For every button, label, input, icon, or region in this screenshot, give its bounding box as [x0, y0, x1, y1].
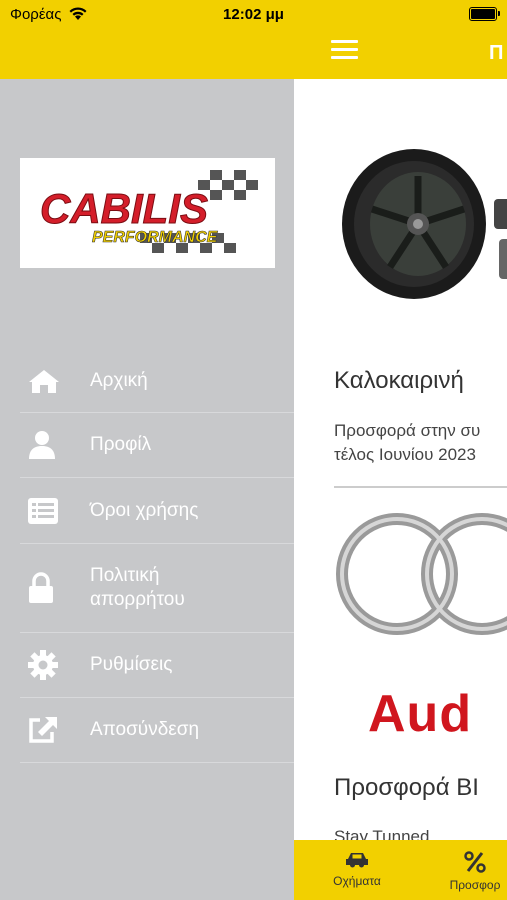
audi-wordmark: Aud	[368, 685, 473, 743]
menu-item-label: Αρχική	[90, 369, 148, 391]
percent-icon	[464, 851, 486, 873]
tab-vehicles-label: Οχήματα	[333, 874, 381, 888]
menu-item-settings[interactable]: Ρυθμίσεις	[20, 633, 294, 698]
menu-toggle-button[interactable]	[331, 40, 358, 62]
gear-icon	[20, 650, 72, 680]
tire-product-image[interactable]	[334, 139, 507, 309]
menu-item-profile[interactable]: Προφίλ	[20, 413, 294, 478]
menu-item-terms[interactable]: Όροι χρήσης	[20, 478, 294, 544]
menu-item-logout[interactable]: Αποσύνδεση	[20, 698, 294, 763]
top-bar: Φορέας 12:02 μμ Π	[0, 0, 507, 79]
menu-item-privacy[interactable]: Πολιτική απορρήτου	[20, 544, 294, 633]
tab-offers[interactable]: Προσφορ	[420, 840, 507, 900]
tab-vehicles[interactable]: Οχήματα	[294, 840, 420, 900]
status-time: 12:02 μμ	[223, 6, 284, 23]
tab-offers-label: Προσφορ	[449, 878, 501, 892]
home-icon	[20, 368, 72, 394]
list-icon	[20, 497, 72, 524]
bottom-tab-bar: Οχήματα Προσφορ	[294, 840, 507, 900]
svg-text:PERFORMANCE: PERFORMANCE	[92, 229, 219, 246]
menu-item-label: Πολιτική απορρήτου	[90, 565, 185, 610]
menu-item-label: Όροι χρήσης	[90, 499, 199, 521]
svg-text:CABILIS: CABILIS	[40, 185, 208, 232]
brand-logo: CABILIS PERFORMANCE	[20, 158, 275, 268]
menu-item-label: Ρυθμίσεις	[90, 654, 173, 675]
menu-item-home[interactable]: Αρχική	[20, 349, 294, 413]
external-link-icon	[20, 716, 72, 744]
offer-title[interactable]: Καλοκαιρινή	[334, 367, 464, 395]
card-divider	[334, 486, 507, 488]
hamburger-icon	[331, 40, 358, 43]
side-drawer: CABILIS PERFORMANCE Αρχική Προφίλ Όροι χ…	[0, 79, 294, 900]
main-content: Καλοκαιρινή Προσφορά στην συ τέλος Ιουνί…	[294, 79, 507, 900]
battery-icon	[469, 7, 500, 21]
offer-title-2[interactable]: Προσφορά ΒΙ	[334, 774, 479, 802]
menu-item-label: Αποσύνδεση	[90, 719, 200, 740]
lock-icon	[20, 572, 72, 604]
status-bar: Φορέας 12:02 μμ	[0, 0, 507, 30]
page-title: Π	[489, 42, 504, 64]
menu-item-label: Προφίλ	[90, 434, 152, 455]
offer-description: Προσφορά στην συ τέλος Ιουνίου 2023	[334, 421, 481, 464]
cabilis-logo-image: CABILIS PERFORMANCE	[40, 170, 258, 253]
user-icon	[20, 430, 72, 460]
drawer-menu: Αρχική Προφίλ Όροι χρήσης Πολιτική απορρ…	[20, 349, 294, 763]
car-icon	[346, 853, 368, 868]
